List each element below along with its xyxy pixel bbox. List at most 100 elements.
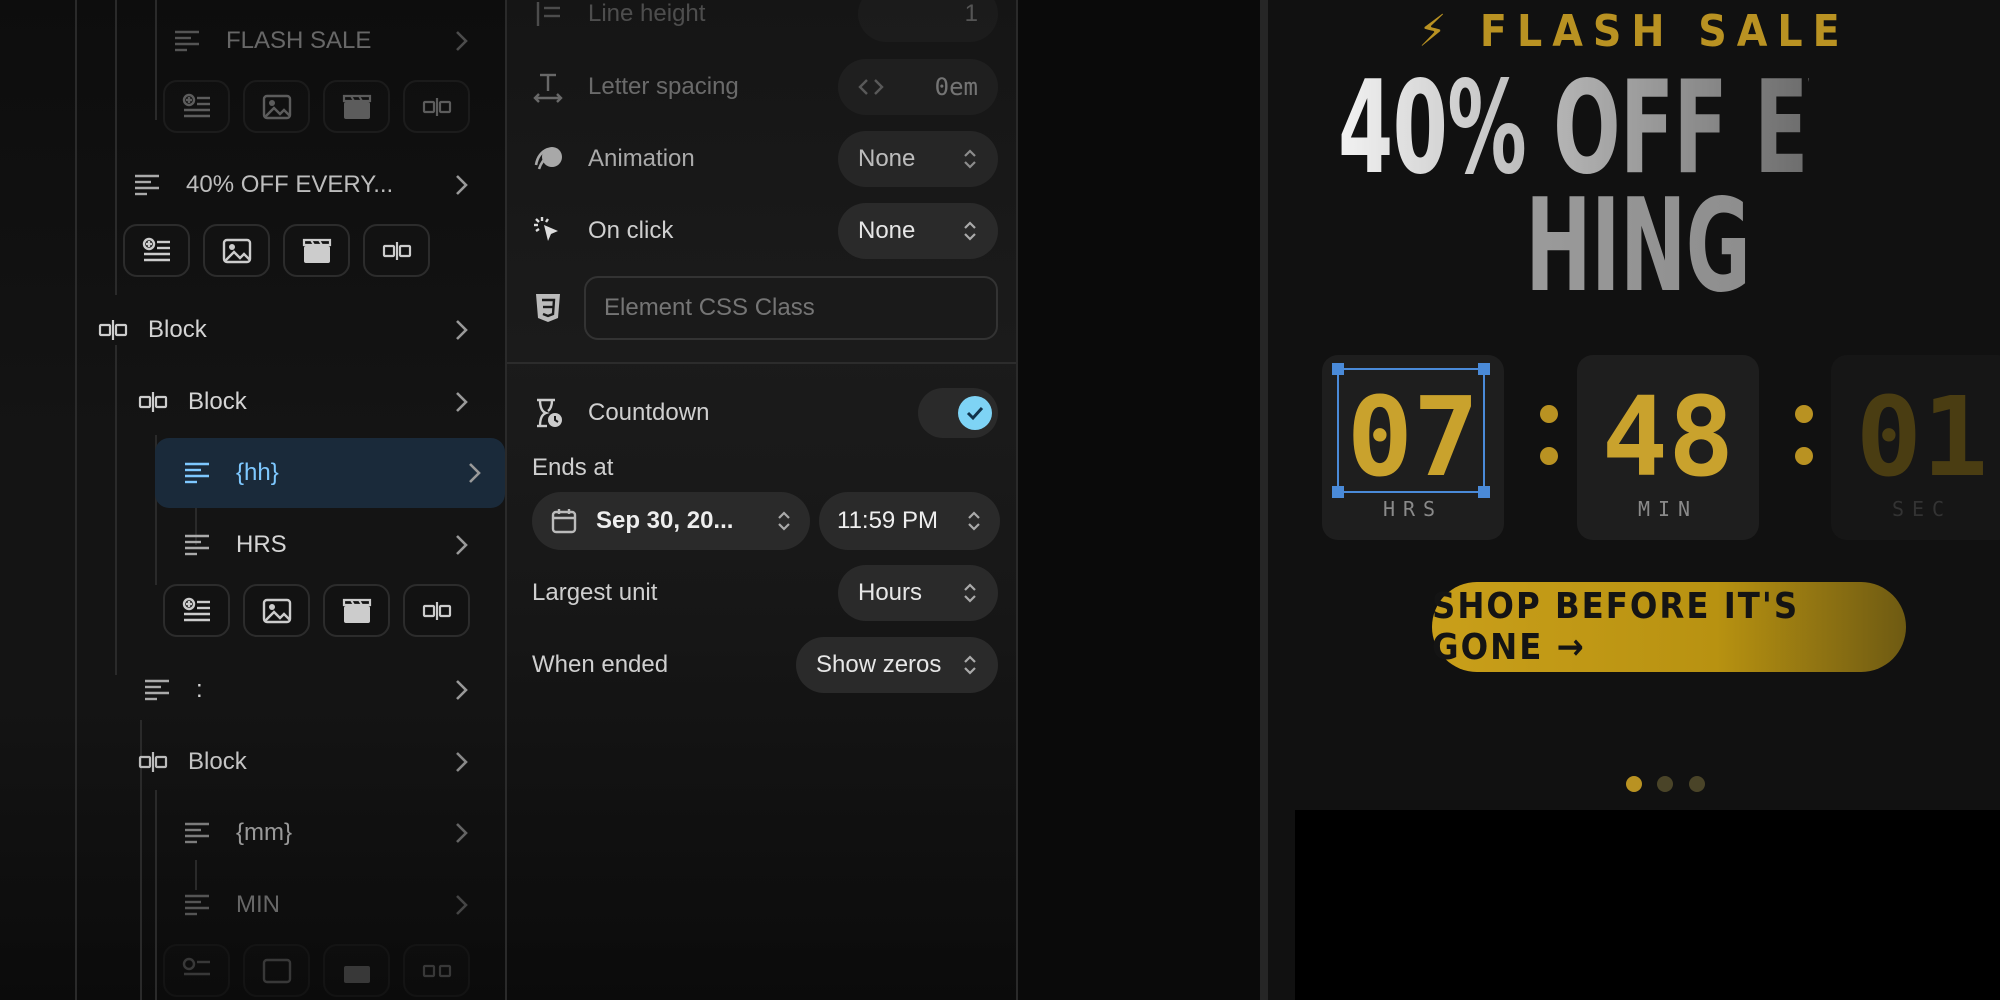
chevron-right-icon[interactable] [448, 892, 474, 918]
ends-at-date-value: Sep 30, 20... [596, 507, 734, 534]
tree-item-headline[interactable]: 40% OFF EVERY... [132, 150, 492, 220]
image-icon [262, 958, 291, 983]
css3-icon [536, 294, 560, 322]
image-icon [262, 598, 291, 623]
tree-item-label: 40% OFF EVERY... [186, 171, 394, 198]
on-click-row: On click None [532, 203, 998, 259]
largest-unit-label: Largest unit [532, 579, 658, 606]
tree-item-colon[interactable]: : [142, 655, 492, 725]
carousel-dot-active[interactable] [1626, 776, 1642, 792]
resize-handle[interactable] [1332, 363, 1344, 375]
countdown-row: Countdown [532, 385, 998, 441]
countdown-minutes-tile[interactable]: 48 MIN [1577, 355, 1759, 540]
chevron-right-icon[interactable] [448, 28, 474, 54]
flash-sale-eyebrow[interactable]: ⚡ FLASH SALE [1268, 6, 2000, 57]
up-down-chevron-icon [968, 511, 980, 531]
ends-at-label-row: Ends at [532, 440, 998, 496]
on-click-label: On click [588, 217, 674, 244]
tree-item-hrs[interactable]: HRS [182, 510, 492, 580]
animation-label: Animation [588, 145, 695, 172]
carousel-dot[interactable] [1689, 776, 1705, 792]
tree-item-block[interactable]: Block [98, 295, 492, 365]
add-block-button[interactable] [363, 224, 430, 277]
add-text-button[interactable] [163, 944, 230, 997]
letter-spacing-input[interactable]: 0em [838, 59, 998, 115]
chevron-right-icon[interactable] [448, 677, 474, 703]
tree-item-toolbar [123, 224, 430, 277]
chevron-right-icon[interactable] [448, 820, 474, 846]
add-video-button[interactable] [323, 80, 390, 133]
countdown-minutes-unit: MIN [1637, 497, 1699, 521]
tree-item-hh-selected[interactable]: {hh} [155, 438, 505, 508]
carousel-dot[interactable] [1657, 776, 1673, 792]
chevron-right-icon[interactable] [448, 532, 474, 558]
resize-handle[interactable] [1478, 363, 1490, 375]
video-icon [342, 598, 371, 623]
add-text-icon [182, 93, 210, 117]
resize-handle[interactable] [1478, 486, 1490, 498]
add-text-button[interactable] [123, 224, 190, 277]
letter-spacing-icon [533, 73, 563, 103]
video-icon [342, 94, 371, 119]
countdown-separator [1795, 405, 1813, 465]
add-image-button[interactable] [243, 80, 310, 133]
chevron-right-icon[interactable] [448, 389, 474, 415]
tree-item-label: MIN [236, 891, 280, 918]
add-block-button[interactable] [403, 944, 470, 997]
countdown-label: Countdown [588, 399, 710, 426]
largest-unit-select[interactable]: Hours [838, 565, 998, 621]
shop-cta-button[interactable]: SHOP BEFORE IT'S GONE → [1432, 582, 1906, 672]
line-height-label: Line height [588, 0, 706, 27]
add-image-button[interactable] [203, 224, 270, 277]
image-icon [222, 238, 251, 263]
tree-guide-line [115, 345, 117, 675]
on-click-select[interactable]: None [838, 203, 998, 259]
add-block-button[interactable] [403, 80, 470, 133]
when-ended-value: Show zeros [816, 651, 942, 678]
countdown-seconds-tile[interactable]: 01 SEC [1831, 355, 2000, 540]
tree-item-min[interactable]: MIN [182, 870, 492, 940]
add-video-button[interactable] [323, 584, 390, 637]
countdown-toggle[interactable] [918, 388, 998, 438]
up-down-chevron-icon [964, 149, 976, 169]
tree-item-label: {mm} [236, 819, 293, 846]
tree-guide-line [115, 0, 117, 295]
countdown-seconds-value: 01 [1855, 373, 1989, 501]
selection-outline [1332, 363, 1490, 498]
ends-at-time-picker[interactable]: 11:59 PM [819, 492, 1000, 550]
tree-item-flash-sale[interactable]: FLASH SALE [172, 6, 492, 76]
chevron-right-icon[interactable] [461, 460, 487, 486]
up-down-chevron-icon [964, 655, 976, 675]
chevron-right-icon[interactable] [448, 317, 474, 343]
animation-select[interactable]: None [838, 131, 998, 187]
chevron-right-icon[interactable] [448, 172, 474, 198]
add-image-button[interactable] [243, 584, 310, 637]
add-image-button[interactable] [243, 944, 310, 997]
tree-item-mm[interactable]: {mm} [182, 798, 492, 868]
chevron-right-icon[interactable] [448, 749, 474, 775]
countdown-minutes-value: 48 [1601, 373, 1735, 501]
largest-unit-row: Largest unit Hours [532, 565, 998, 621]
add-text-button[interactable] [163, 80, 230, 133]
block-icon [138, 392, 168, 412]
text-align-icon [185, 822, 209, 844]
add-video-button[interactable] [323, 944, 390, 997]
panel-divider[interactable] [1260, 0, 1268, 1000]
add-block-button[interactable] [403, 584, 470, 637]
block-icon [422, 601, 451, 620]
headline[interactable]: 40% OFF EVERYT HING [1338, 54, 2000, 311]
text-align-icon [145, 679, 169, 701]
tree-item-block[interactable]: Block [138, 727, 492, 797]
tree-item-label: Block [188, 388, 247, 415]
add-text-button[interactable] [163, 584, 230, 637]
css-class-input[interactable] [584, 276, 998, 340]
ends-at-date-picker[interactable]: Sep 30, 20... [532, 492, 810, 550]
countdown-hours-unit: HRS [1382, 497, 1444, 521]
add-video-button[interactable] [283, 224, 350, 277]
headline-line-1: 40% OFF EVERYT [1338, 54, 2000, 203]
when-ended-select[interactable]: Show zeros [796, 637, 998, 693]
add-text-icon [142, 237, 170, 261]
resize-handle[interactable] [1332, 486, 1344, 498]
tree-item-block[interactable]: Block [138, 367, 492, 437]
line-height-input[interactable]: 1 [858, 0, 998, 42]
